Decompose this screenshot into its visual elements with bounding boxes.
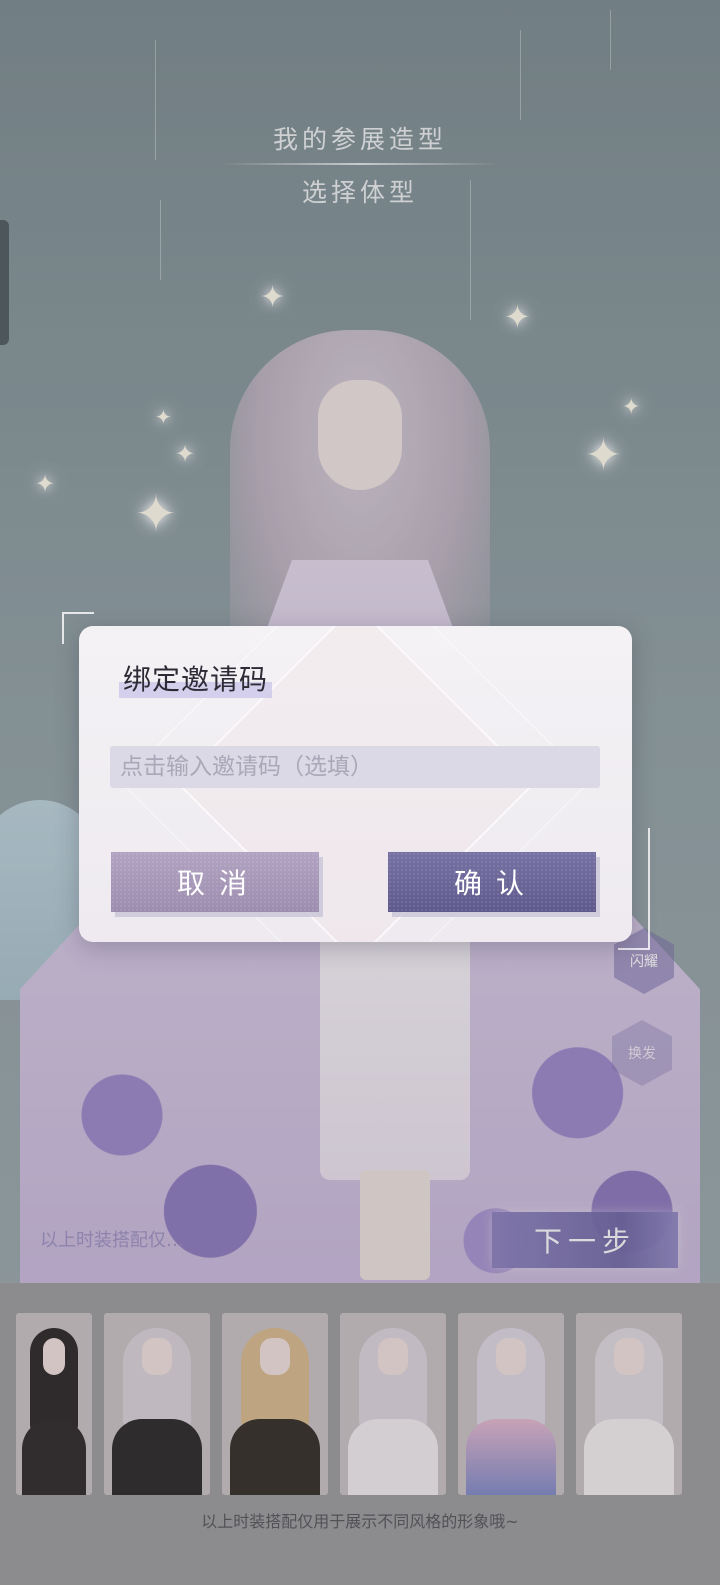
dialog-title: 绑定邀请码	[119, 658, 273, 698]
cancel-button-label: 取消	[176, 867, 261, 900]
confirm-button[interactable]: 确认	[388, 852, 596, 912]
cancel-button[interactable]: 取消	[111, 852, 319, 912]
invite-code-input[interactable]	[110, 746, 600, 788]
invite-code-dialog: 绑定邀请码 取消 确认	[79, 626, 632, 942]
confirm-button-label: 确认	[453, 867, 538, 900]
